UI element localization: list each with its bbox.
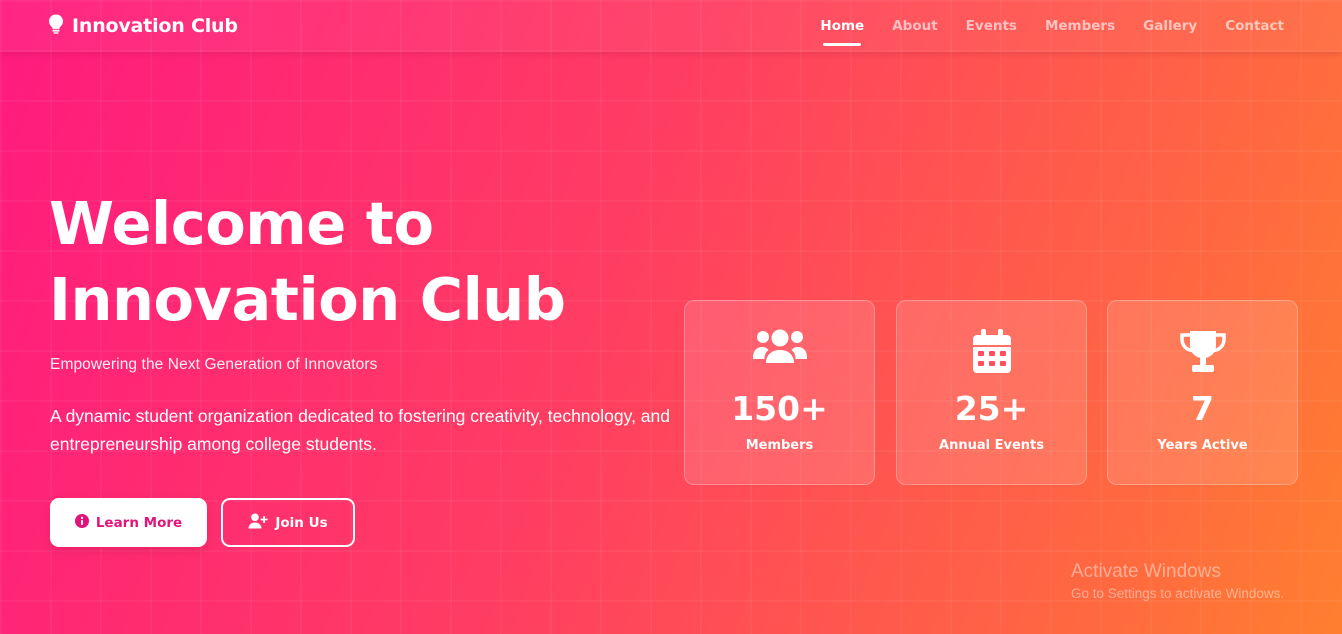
activate-windows-subtitle: Go to Settings to activate Windows. (1071, 586, 1285, 601)
stat-value-years: 7 (1191, 389, 1214, 428)
hero-title-line1: Welcome to (49, 189, 434, 258)
nav-link-gallery[interactable]: Gallery (1143, 18, 1197, 34)
stat-value-members: 150+ (731, 389, 828, 428)
activate-windows-title: Activate Windows (1071, 561, 1221, 582)
navbar: Innovation Club Home About Events Member… (0, 0, 1342, 52)
stat-value-events: 25+ (954, 389, 1029, 428)
nav-link-contact[interactable]: Contact (1225, 18, 1284, 34)
join-us-label: Join Us (275, 514, 328, 531)
lightbulb-icon (48, 14, 64, 38)
nav-link-members[interactable]: Members (1045, 18, 1115, 34)
stat-card-events: 25+ Annual Events (896, 300, 1087, 485)
hero-description: A dynamic student organization dedicated… (50, 406, 671, 454)
user-plus-icon (248, 513, 268, 533)
info-circle-icon (74, 513, 89, 532)
learn-more-label: Learn More (95, 514, 183, 531)
stat-card-members: 150+ Members (684, 300, 875, 485)
calendar-icon (897, 329, 1086, 373)
stat-label-years: Years Active (1157, 438, 1248, 453)
stat-label-members: Members (745, 438, 814, 453)
hero-title: Welcome to Innovation Club (49, 186, 649, 338)
join-us-button[interactable]: Join Us (221, 498, 355, 547)
brand-name: Innovation Club (72, 15, 238, 37)
hero-title-line2: Innovation Club (49, 265, 566, 334)
nav-link-home[interactable]: Home (820, 18, 864, 46)
stat-label-events: Annual Events (939, 438, 1044, 453)
brand[interactable]: Innovation Club (48, 14, 238, 38)
nav-link-events[interactable]: Events (966, 18, 1017, 34)
learn-more-button[interactable]: Learn More (50, 498, 207, 547)
nav-link-about[interactable]: About (892, 18, 937, 34)
trophy-icon (1108, 329, 1297, 373)
hero-subtitle: Empowering the Next Generation of Innova… (50, 356, 378, 373)
nav-links: Home About Events Members Gallery Contac… (820, 18, 1284, 46)
users-icon (685, 329, 874, 363)
stat-card-years: 7 Years Active (1107, 300, 1298, 485)
